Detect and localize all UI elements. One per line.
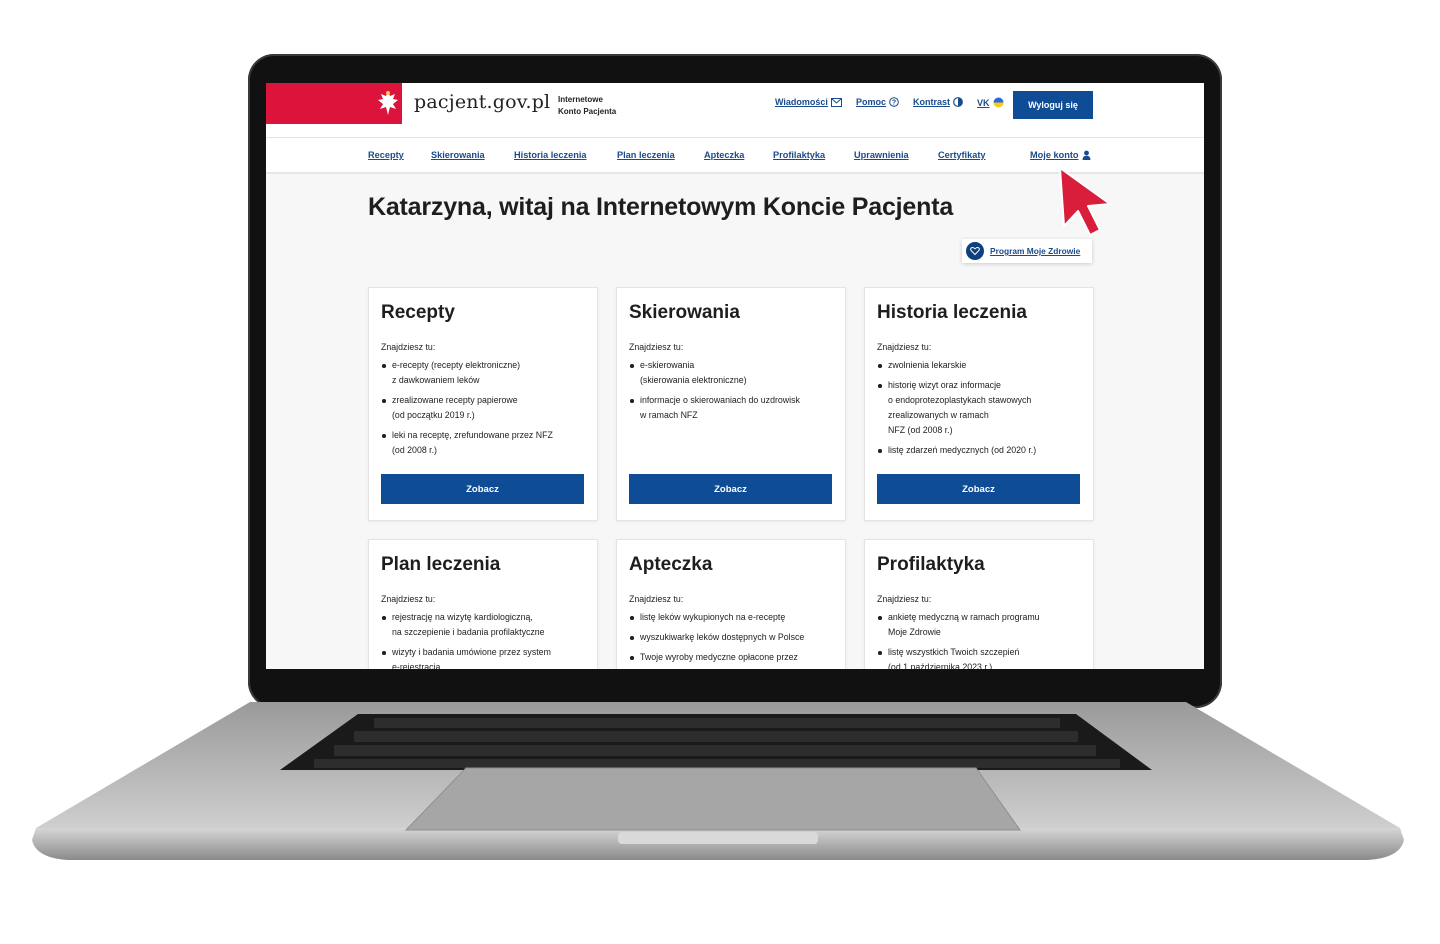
card-feature-list: e-recepty (recepty elektroniczne) z dawk… bbox=[381, 358, 589, 463]
logout-button[interactable]: Wyloguj się bbox=[1013, 91, 1093, 119]
card-apteczka: Apteczka Znajdziesz tu: listę leków wyku… bbox=[616, 539, 846, 669]
list-item: zrealizowane recepty papierowe (od począ… bbox=[381, 393, 589, 423]
list-item: leki na receptę, zrefundowane przez NFZ … bbox=[381, 428, 589, 458]
list-item: historię wizyt oraz informacje o endopro… bbox=[877, 378, 1085, 438]
card-recepty: Recepty Znajdziesz tu: e-recepty (recept… bbox=[368, 287, 598, 521]
envelope-icon bbox=[830, 97, 842, 107]
card-historia-leczenia: Historia leczenia Znajdziesz tu: zwolnie… bbox=[864, 287, 1094, 521]
page-title: Katarzyna, witaj na Internetowym Koncie … bbox=[368, 193, 954, 221]
card-find-label: Znajdziesz tu: bbox=[381, 594, 436, 604]
card-title: Apteczka bbox=[629, 554, 713, 575]
card-find-label: Znajdziesz tu: bbox=[877, 342, 932, 352]
card-title: Profilaktyka bbox=[877, 554, 985, 575]
card-feature-list: zwolnienia lekarskie historię wizyt oraz… bbox=[877, 358, 1085, 463]
card-profilaktyka: Profilaktyka Znajdziesz tu: ankietę medy… bbox=[864, 539, 1094, 669]
card-title: Recepty bbox=[381, 302, 455, 323]
list-item: wyszukiwarkę leków dostępnych w Polsce bbox=[629, 630, 837, 645]
list-item: e-recepty (recepty elektroniczne) z dawk… bbox=[381, 358, 589, 388]
nav-item-skierowania[interactable]: Skierowania bbox=[431, 150, 485, 160]
card-feature-list: rejestrację na wizytę kardiologiczną, na… bbox=[381, 610, 589, 669]
user-icon bbox=[1082, 150, 1090, 160]
card-find-label: Znajdziesz tu: bbox=[629, 342, 684, 352]
card-feature-list: listę leków wykupionych na e-receptę wys… bbox=[629, 610, 837, 669]
info-circle-icon: ? bbox=[889, 97, 899, 107]
contrast-toggle[interactable]: Kontrast bbox=[913, 97, 963, 107]
list-item: zwolnienia lekarskie bbox=[877, 358, 1085, 373]
card-feature-list: ankietę medyczną w ramach programu Moje … bbox=[877, 610, 1085, 669]
brand-subtitle-line-2: Konto Pacjenta bbox=[558, 107, 617, 116]
list-item: wizyty i badania umówione przez system e… bbox=[381, 645, 589, 669]
contrast-label: Kontrast bbox=[913, 97, 951, 107]
card-recepty-zobacz-button[interactable]: Zobacz bbox=[381, 474, 584, 504]
nav-item-uprawnienia[interactable]: Uprawnienia bbox=[854, 150, 909, 160]
list-item: rejestrację na wizytę kardiologiczną, na… bbox=[381, 610, 589, 640]
card-find-label: Znajdziesz tu: bbox=[877, 594, 932, 604]
list-item: listę wszystkich Twoich szczepień (od 1 … bbox=[877, 645, 1085, 669]
ukrainian-version-link[interactable]: VK bbox=[977, 97, 1004, 108]
messages-link[interactable]: Wiadomości bbox=[775, 97, 842, 107]
svg-text:?: ? bbox=[892, 100, 896, 107]
program-moje-zdrowie-label: Program Moje Zdrowie bbox=[990, 246, 1081, 256]
list-item: listę zdarzeń medycznych (od 2020 r.) bbox=[877, 443, 1085, 458]
laptop-base bbox=[28, 700, 1408, 870]
eagle-emblem-icon bbox=[368, 83, 408, 124]
card-title: Historia leczenia bbox=[877, 302, 1027, 323]
card-feature-list: e-skierowania (skierowania elektroniczne… bbox=[629, 358, 837, 428]
card-find-label: Znajdziesz tu: bbox=[381, 342, 436, 352]
nav-item-plan-leczenia[interactable]: Plan leczenia bbox=[617, 150, 675, 160]
nav-item-recepty[interactable]: Recepty bbox=[368, 150, 404, 160]
list-item: listę leków wykupionych na e-receptę bbox=[629, 610, 837, 625]
contrast-icon bbox=[953, 97, 963, 107]
messages-label: Wiadomości bbox=[775, 97, 828, 107]
card-skierowania-zobacz-button[interactable]: Zobacz bbox=[629, 474, 832, 504]
card-title: Skierowania bbox=[629, 302, 740, 323]
nav-item-historia-leczenia[interactable]: Historia leczenia bbox=[514, 150, 587, 160]
help-label: Pomoc bbox=[856, 97, 887, 107]
heart-badge-icon bbox=[966, 242, 984, 260]
brand-subtitle-line-1: Internetowe bbox=[558, 95, 603, 104]
brand-logo-text[interactable]: pacjent.gov.pl bbox=[414, 91, 550, 113]
nav-item-profilaktyka[interactable]: Profilaktyka bbox=[773, 150, 825, 160]
mouse-cursor-icon bbox=[1056, 164, 1114, 243]
nav-item-apteczka[interactable]: Apteczka bbox=[704, 150, 744, 160]
list-item: ankietę medyczną w ramach programu Moje … bbox=[877, 610, 1085, 640]
card-find-label: Znajdziesz tu: bbox=[629, 594, 684, 604]
ukraine-flag-icon bbox=[993, 97, 1004, 108]
site-header: pacjent.gov.pl Internetowe Konto Pacjent… bbox=[266, 83, 1204, 137]
my-account-label: Moje konto bbox=[1030, 150, 1079, 160]
list-item: informacje o skierowaniach do uzdrowisk … bbox=[629, 393, 837, 423]
uk-label: VK bbox=[977, 97, 990, 108]
card-skierowania: Skierowania Znajdziesz tu: e-skierowania… bbox=[616, 287, 846, 521]
help-link[interactable]: Pomoc ? bbox=[856, 97, 899, 107]
card-title: Plan leczenia bbox=[381, 554, 501, 575]
nav-item-certyfikaty[interactable]: Certyfikaty bbox=[938, 150, 986, 160]
card-plan-leczenia: Plan leczenia Znajdziesz tu: rejestrację… bbox=[368, 539, 598, 669]
nav-item-my-account[interactable]: Moje konto bbox=[1030, 150, 1091, 160]
list-item: Twoje wyroby medyczne opłacone przez bbox=[629, 650, 837, 665]
card-historia-zobacz-button[interactable]: Zobacz bbox=[877, 474, 1080, 504]
brand-subtitle: Internetowe Konto Pacjenta bbox=[558, 94, 616, 118]
list-item: e-skierowania (skierowania elektroniczne… bbox=[629, 358, 837, 388]
